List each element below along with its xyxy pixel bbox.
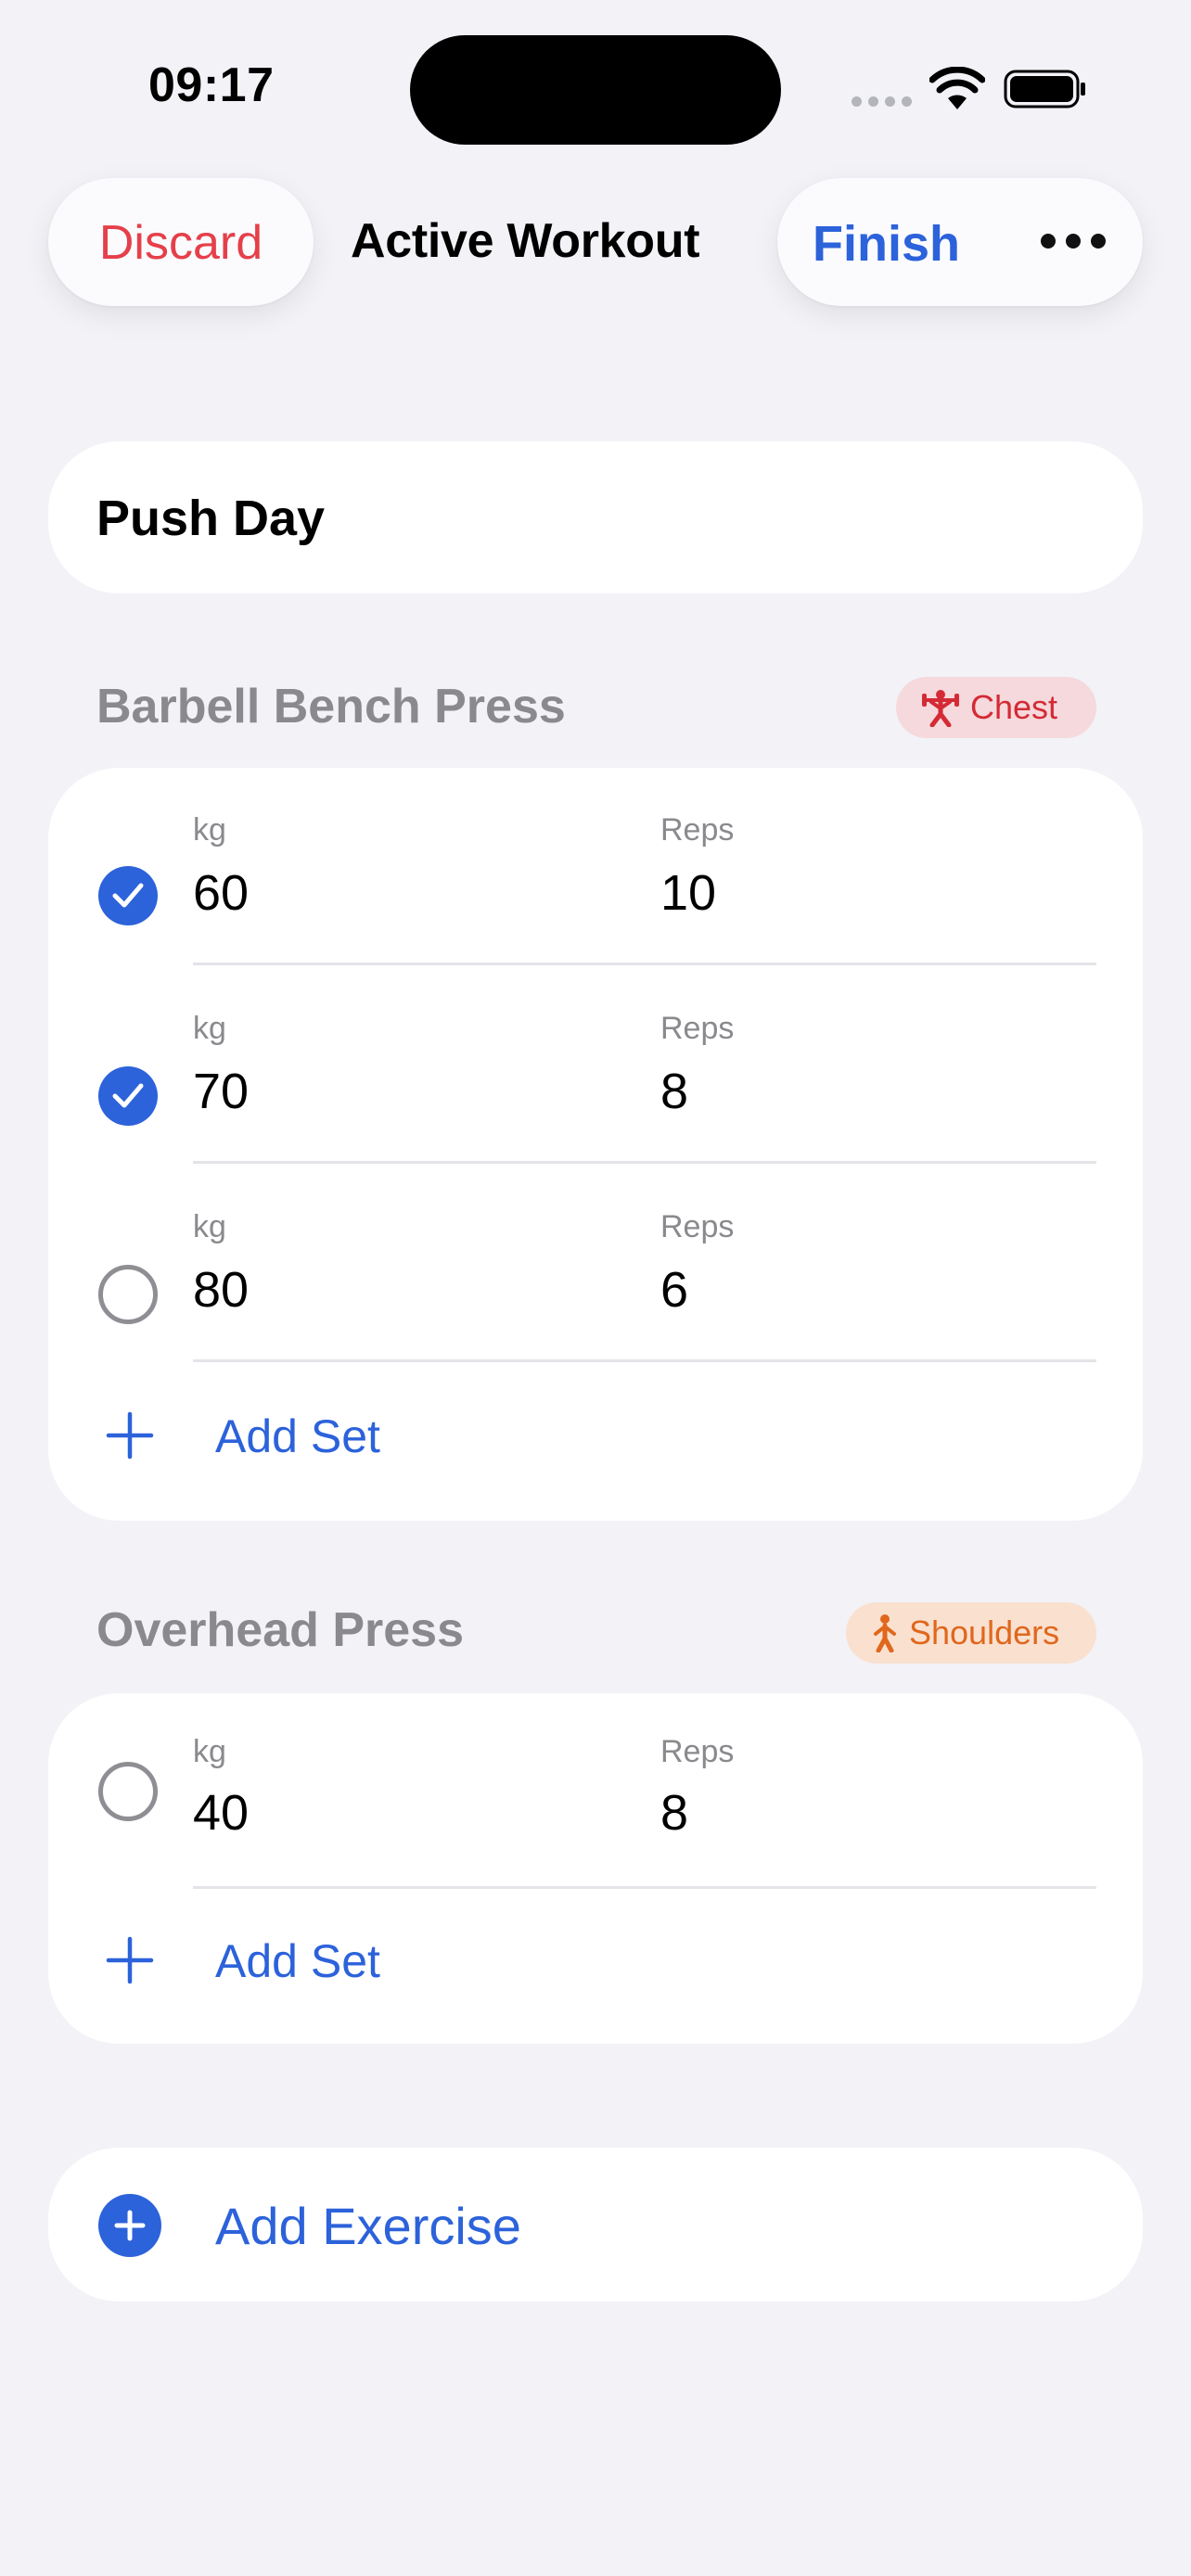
finish-button[interactable]: Finish bbox=[813, 215, 960, 273]
add-set-button[interactable]: Add Set bbox=[48, 1363, 1143, 1502]
reps-label: Reps bbox=[660, 1011, 735, 1046]
muscle-badge-chest: Chest bbox=[896, 677, 1096, 738]
status-time: 09:17 bbox=[148, 58, 275, 112]
more-options-icon[interactable] bbox=[1041, 232, 1106, 250]
weight-input[interactable]: 40 bbox=[193, 1784, 249, 1842]
wifi-icon bbox=[929, 67, 985, 109]
exercise-card: kg 40 Reps 8 Add Set bbox=[48, 1693, 1143, 2044]
muscle-badge-label: Shoulders bbox=[909, 1613, 1060, 1651]
set-row: kg 60 Reps 10 bbox=[48, 768, 1143, 966]
standing-person-icon bbox=[874, 1614, 896, 1652]
weight-label: kg bbox=[193, 812, 226, 848]
reps-input[interactable]: 8 bbox=[660, 1063, 688, 1120]
workout-name: Push Day bbox=[96, 491, 326, 546]
set-row: kg 80 Reps 6 bbox=[48, 1165, 1143, 1363]
weight-input[interactable]: 80 bbox=[193, 1261, 249, 1319]
add-set-button[interactable]: Add Set bbox=[48, 1890, 1143, 2029]
weight-label: kg bbox=[193, 1011, 226, 1046]
active-workout-screen: 09:17 Discard Active Workout Finish Push… bbox=[0, 0, 1191, 2576]
workout-name-field[interactable]: Push Day bbox=[48, 441, 1143, 593]
exercise-title: Overhead Press bbox=[96, 1603, 465, 1657]
set-row: kg 40 Reps 8 bbox=[48, 1693, 1143, 1892]
row-divider bbox=[193, 1359, 1096, 1362]
dynamic-island bbox=[410, 35, 781, 145]
discard-label: Discard bbox=[98, 216, 263, 270]
weight-input[interactable]: 60 bbox=[193, 864, 249, 922]
plus-icon bbox=[106, 1411, 154, 1460]
row-divider bbox=[193, 1886, 1096, 1889]
reps-label: Reps bbox=[660, 1734, 735, 1769]
battery-icon bbox=[1004, 70, 1085, 108]
reps-input[interactable]: 8 bbox=[660, 1784, 688, 1842]
add-set-label: Add Set bbox=[215, 1410, 380, 1462]
add-exercise-label: Add Exercise bbox=[215, 2197, 521, 2255]
weight-label: kg bbox=[193, 1209, 226, 1244]
discard-button[interactable]: Discard bbox=[48, 178, 314, 306]
checkmark-icon bbox=[112, 1083, 144, 1108]
reps-input[interactable]: 10 bbox=[660, 864, 716, 922]
reps-label: Reps bbox=[660, 812, 735, 848]
row-divider bbox=[193, 963, 1096, 965]
set-incomplete-checkbox[interactable] bbox=[98, 1762, 158, 1821]
reps-input[interactable]: 6 bbox=[660, 1261, 688, 1319]
add-exercise-button[interactable]: Add Exercise bbox=[48, 2148, 1143, 2302]
muscle-badge-shoulders: Shoulders bbox=[846, 1602, 1096, 1664]
exercise-card: kg 60 Reps 10 kg 70 Reps 8 kg 80 Reps 6 bbox=[48, 768, 1143, 1521]
row-divider bbox=[193, 1161, 1096, 1164]
add-set-label: Add Set bbox=[215, 1935, 380, 1987]
set-incomplete-checkbox[interactable] bbox=[98, 1265, 158, 1324]
set-row: kg 70 Reps 8 bbox=[48, 966, 1143, 1165]
page-title: Active Workout bbox=[351, 214, 700, 268]
plus-icon bbox=[106, 1936, 154, 1984]
weight-label: kg bbox=[193, 1734, 226, 1769]
muscle-badge-label: Chest bbox=[970, 688, 1058, 726]
reps-label: Reps bbox=[660, 1209, 735, 1244]
plus-circle-icon bbox=[98, 2194, 161, 2257]
checkmark-icon bbox=[112, 883, 144, 908]
set-completed-checkbox[interactable] bbox=[98, 1066, 158, 1126]
exercise-title: Barbell Bench Press bbox=[96, 680, 566, 733]
nav-actions-group: Finish bbox=[777, 178, 1143, 306]
set-completed-checkbox[interactable] bbox=[98, 866, 158, 925]
weight-input[interactable]: 70 bbox=[193, 1063, 249, 1120]
weightlifting-icon bbox=[922, 690, 959, 727]
cellular-signal-icon bbox=[852, 96, 912, 107]
